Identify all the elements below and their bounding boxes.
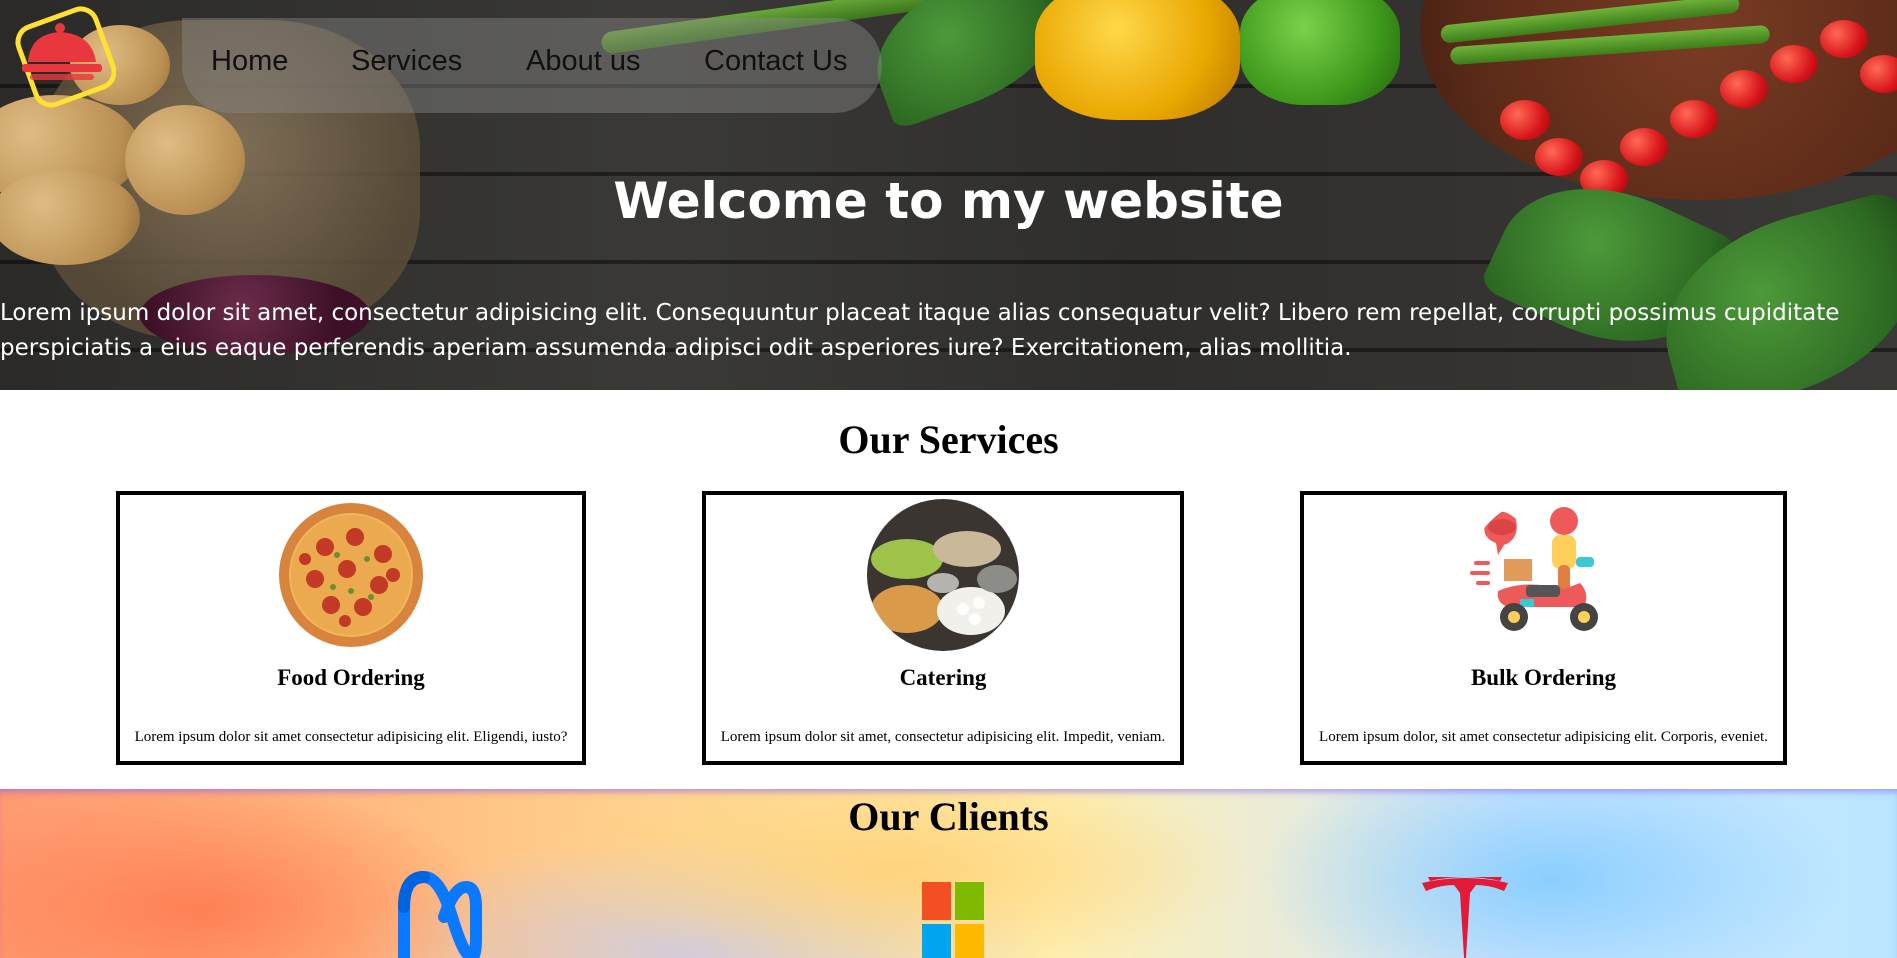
nav-link-home[interactable]: Home <box>211 45 288 78</box>
tomato-decoration <box>1670 100 1718 138</box>
delivery-scooter-icon <box>1467 499 1620 651</box>
service-card-title: Food Ordering <box>277 665 425 690</box>
clients-title: Our Clients <box>848 794 1049 839</box>
service-card-title: Bulk Ordering <box>1470 665 1617 690</box>
tomato-decoration <box>1535 138 1583 176</box>
hero-title: Welcome to my website <box>613 172 1284 230</box>
chef-hat-logo-icon[interactable] <box>10 4 117 110</box>
microsoft-logo-icon[interactable] <box>922 882 984 958</box>
yellow-pepper-decoration <box>1035 0 1240 120</box>
services-title: Our Services <box>838 417 1059 462</box>
catering-buffet-icon <box>867 499 1019 651</box>
service-card-text: Lorem ipsum dolor sit amet consectetur a… <box>134 729 568 745</box>
tomato-decoration <box>1720 70 1768 108</box>
service-card-text: Lorem ipsum dolor, sit amet consectetur … <box>1319 729 1768 745</box>
service-card-title: Catering <box>899 665 987 690</box>
hero-text: Lorem ipsum dolor sit amet, consectetur … <box>0 300 1840 361</box>
nav-link-contact-us[interactable]: Contact Us <box>704 45 847 78</box>
pizza-icon <box>275 499 427 651</box>
tomato-decoration <box>1820 20 1868 58</box>
tomato-decoration <box>1500 100 1550 140</box>
nav-link-services[interactable]: Services <box>351 45 462 78</box>
tesla-logo-icon[interactable] <box>1420 873 1510 958</box>
service-card-bulk-ordering[interactable]: Bulk Ordering Lorem ipsum dolor, sit ame… <box>1300 491 1787 765</box>
tomato-decoration <box>1620 128 1668 166</box>
green-pepper-decoration <box>1240 0 1400 105</box>
hero-section: Home Services About us Contact Us Welcom… <box>0 0 1897 390</box>
service-card-food-ordering[interactable]: Food Ordering Lorem ipsum dolor sit amet… <box>116 491 586 765</box>
clients-section: Our Clients <box>0 789 1897 958</box>
meta-logo-icon[interactable] <box>394 867 482 958</box>
service-card-catering[interactable]: Catering Lorem ipsum dolor sit amet, con… <box>702 491 1184 765</box>
tomato-decoration <box>1770 45 1818 83</box>
service-card-text: Lorem ipsum dolor sit amet, consectetur … <box>720 729 1166 745</box>
nav-link-about-us[interactable]: About us <box>526 45 640 78</box>
